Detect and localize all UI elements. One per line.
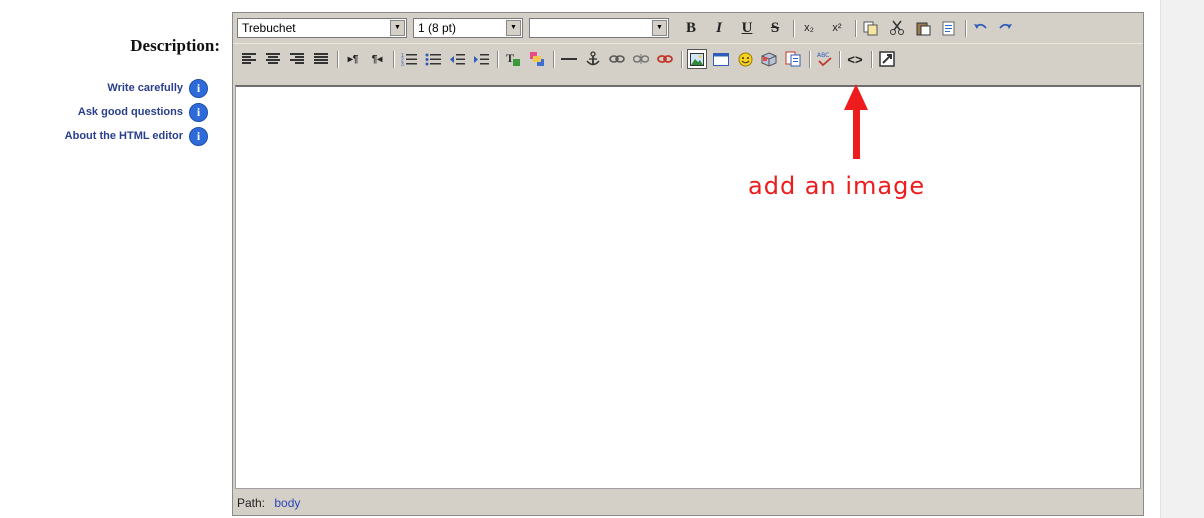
align-left-icon[interactable]: [239, 49, 259, 69]
toolbar-separator: [793, 20, 795, 37]
html-editor: Trebuchet ▼ 1 (8 pt) ▼ ▼ B I U S x₂ x² ▸…: [232, 12, 1144, 516]
ordered-list-icon[interactable]: 123: [399, 49, 419, 69]
font-size-value: 1 (8 pt): [418, 21, 457, 35]
strikethrough-button[interactable]: S: [765, 18, 785, 38]
toolbar-separator: [855, 20, 857, 37]
outdent-icon[interactable]: [447, 49, 467, 69]
align-center-icon[interactable]: [263, 49, 283, 69]
align-right-icon[interactable]: [287, 49, 307, 69]
toolbar-row-1: Trebuchet ▼ 1 (8 pt) ▼ ▼ B I U S x₂ x²: [233, 13, 1143, 43]
fullscreen-icon[interactable]: [877, 49, 897, 69]
undo-icon[interactable]: [971, 18, 991, 38]
link-red-icon[interactable]: [655, 49, 675, 69]
help-link-ask-good-questions[interactable]: Ask good questions i: [78, 102, 208, 122]
italic-button[interactable]: I: [709, 18, 729, 38]
svg-text:3: 3: [401, 62, 404, 66]
insert-table-icon[interactable]: [711, 49, 731, 69]
spellcheck-icon[interactable]: ABC: [815, 49, 835, 69]
font-family-value: Trebuchet: [242, 21, 296, 35]
justify-icon[interactable]: [311, 49, 331, 69]
smiley-icon[interactable]: [735, 49, 755, 69]
text-color-icon[interactable]: T: [503, 49, 523, 69]
toolbar-separator: [839, 51, 841, 68]
format-select[interactable]: ▼: [529, 18, 669, 38]
toolbar-separator: [809, 51, 811, 68]
toolbar-separator: [337, 51, 339, 68]
horizontal-rule-icon[interactable]: [559, 49, 579, 69]
find-replace-icon[interactable]: [783, 49, 803, 69]
info-icon[interactable]: i: [189, 78, 208, 98]
right-sidebar-strip: [1160, 0, 1204, 518]
copy-icon[interactable]: [861, 18, 881, 38]
unordered-list-icon[interactable]: [423, 49, 443, 69]
dropdown-arrow-icon[interactable]: ▼: [652, 20, 667, 36]
cut-icon[interactable]: [887, 18, 907, 38]
path-bar: Path: body: [233, 491, 1147, 515]
superscript-button[interactable]: x²: [827, 18, 847, 38]
font-family-select[interactable]: Trebuchet ▼: [237, 18, 407, 38]
toolbar-separator: [393, 51, 395, 68]
dropdown-arrow-icon[interactable]: ▼: [506, 20, 521, 36]
ltr-direction-icon[interactable]: ▸¶: [343, 49, 363, 69]
link-icon[interactable]: [607, 49, 627, 69]
path-label: Path:: [237, 496, 266, 510]
toolbar-separator: [553, 51, 555, 68]
background-color-icon[interactable]: [527, 49, 547, 69]
help-link-label[interactable]: Ask good questions: [78, 106, 183, 118]
description-label: Description:: [130, 36, 220, 55]
insert-image-icon[interactable]: [687, 49, 707, 69]
unlink-icon[interactable]: [631, 49, 651, 69]
annotation-text: add an image: [748, 172, 926, 200]
underline-button[interactable]: U: [737, 18, 757, 38]
svg-text:T: T: [506, 51, 514, 65]
help-link-about-html-editor[interactable]: About the HTML editor i: [65, 126, 208, 146]
insert-object-icon[interactable]: [759, 49, 779, 69]
info-icon[interactable]: i: [189, 126, 208, 146]
redo-icon[interactable]: [995, 18, 1015, 38]
toolbar-row-2: ▸¶ ¶◂ 123 T ABC <>: [233, 43, 1143, 74]
anchor-icon[interactable]: [583, 49, 603, 69]
toolbar-separator: [681, 51, 683, 68]
html-source-icon[interactable]: <>: [845, 49, 865, 69]
toolbar-separator: [871, 51, 873, 68]
bold-button[interactable]: B: [681, 18, 701, 38]
paste-word-icon[interactable]: [939, 18, 959, 38]
editor-content-area[interactable]: [235, 85, 1141, 489]
help-link-label[interactable]: About the HTML editor: [65, 130, 183, 142]
dropdown-arrow-icon[interactable]: ▼: [390, 20, 405, 36]
toolbar-separator: [497, 51, 499, 68]
font-size-select[interactable]: 1 (8 pt) ▼: [413, 18, 523, 38]
help-link-label[interactable]: Write carefully: [107, 82, 183, 94]
paste-icon[interactable]: [913, 18, 933, 38]
svg-text:ABC: ABC: [817, 52, 829, 59]
info-icon[interactable]: i: [189, 102, 208, 122]
rtl-direction-icon[interactable]: ¶◂: [367, 49, 387, 69]
help-link-write-carefully[interactable]: Write carefully i: [107, 78, 208, 98]
path-link-body[interactable]: body: [274, 496, 300, 510]
toolbar-separator: [965, 20, 967, 37]
indent-icon[interactable]: [471, 49, 491, 69]
subscript-button[interactable]: x₂: [799, 18, 819, 38]
annotation-arrow-shaft: [853, 107, 860, 159]
